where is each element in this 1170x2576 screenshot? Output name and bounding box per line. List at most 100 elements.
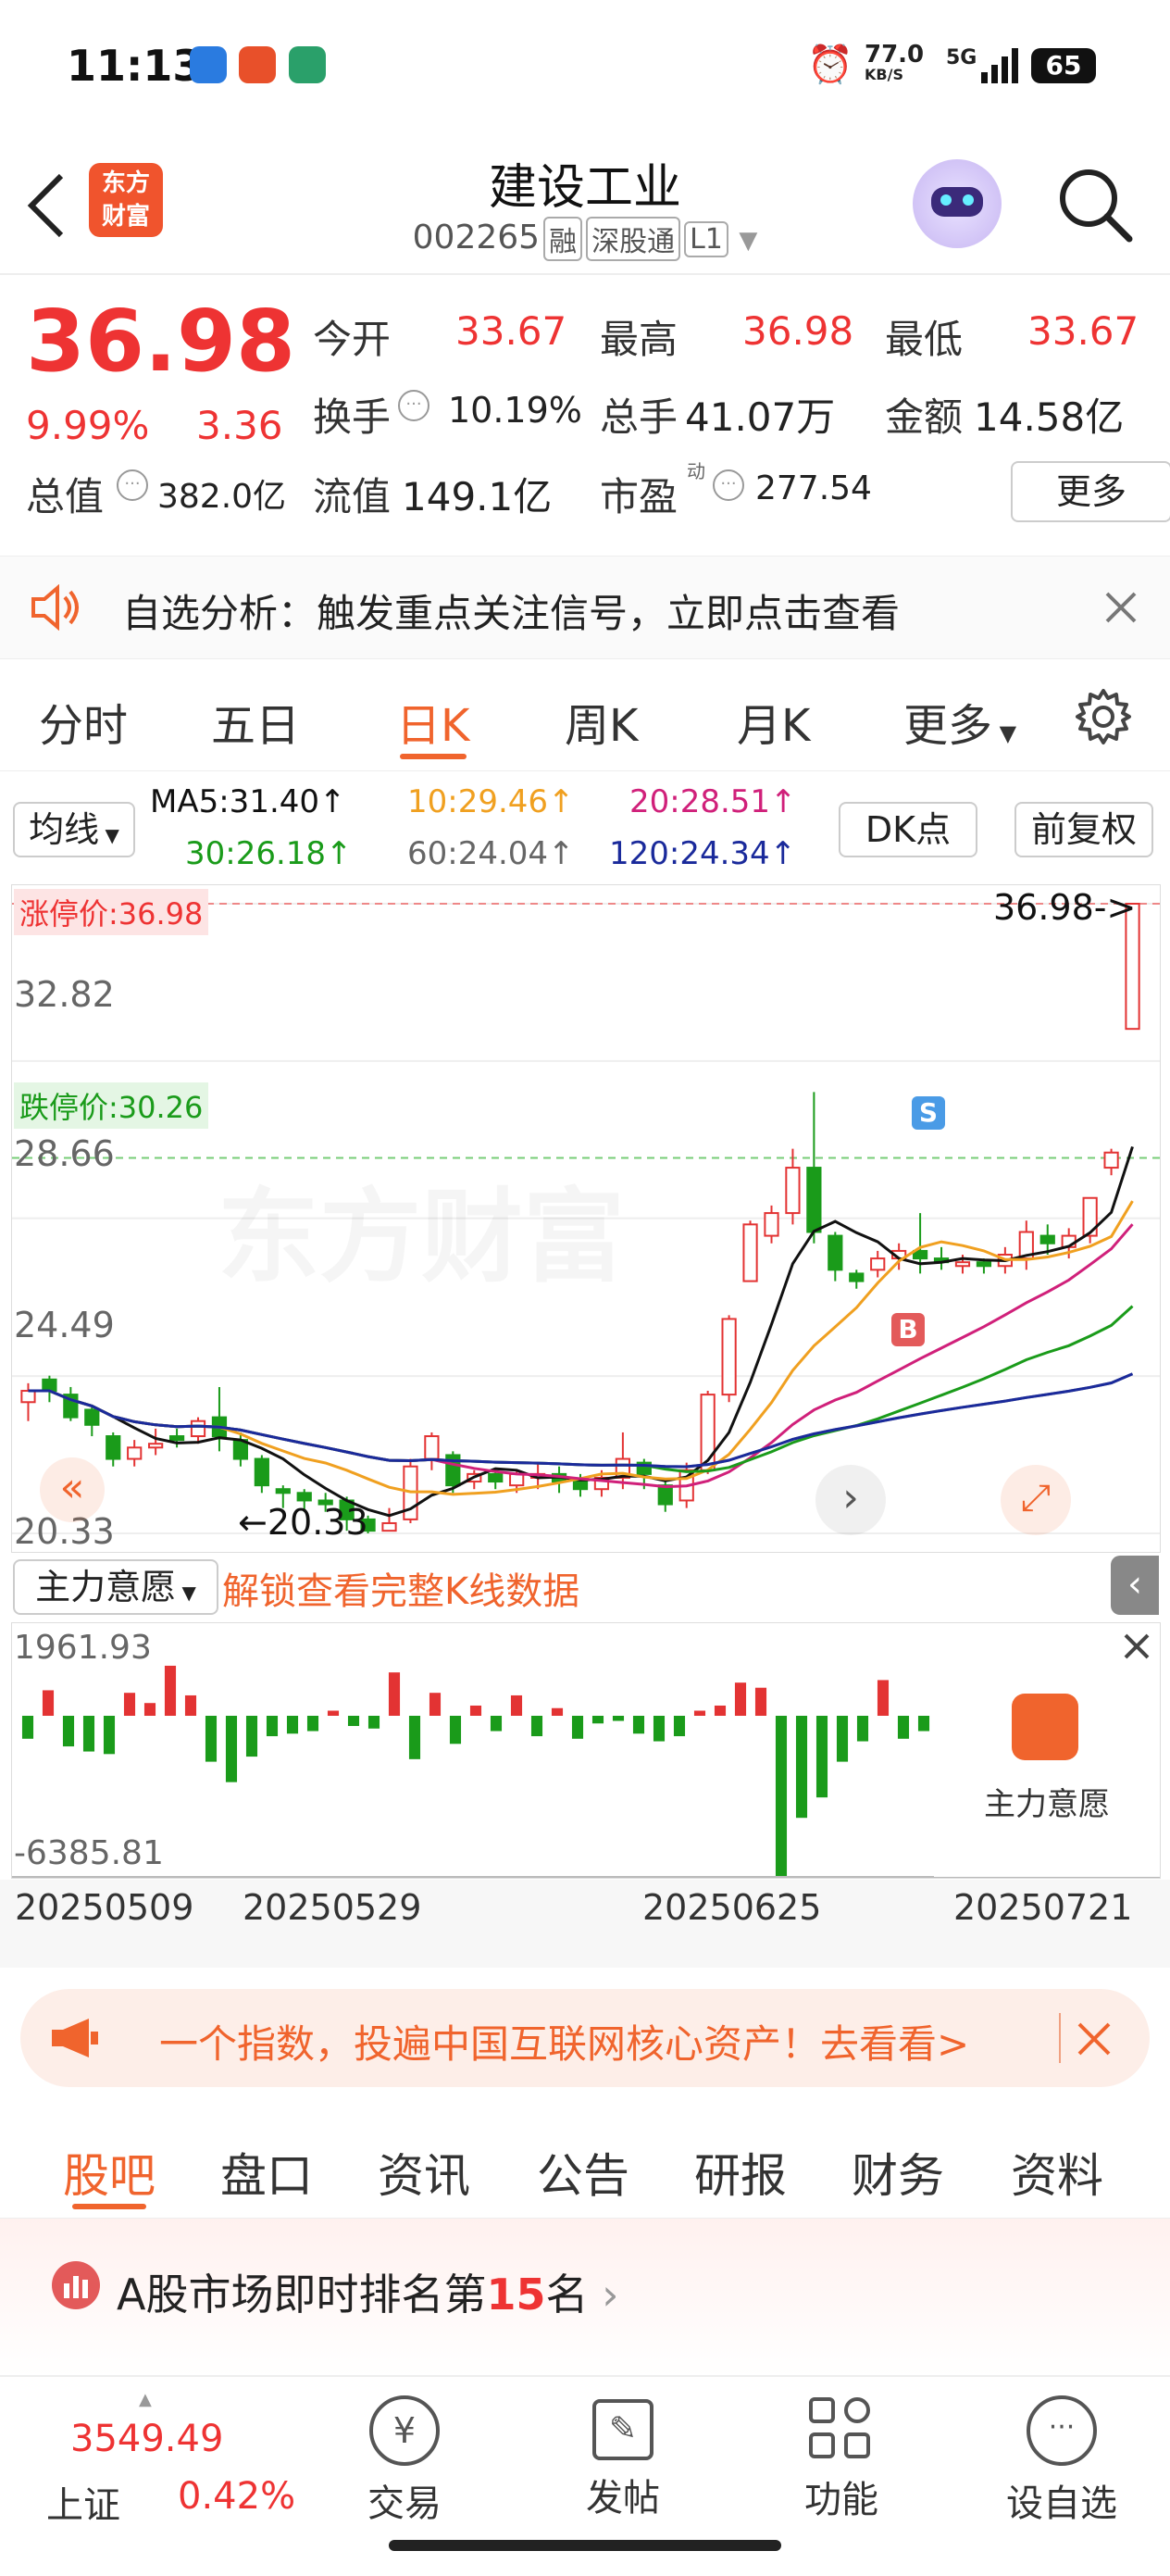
ma30-value: 30:26.18↑ xyxy=(185,835,353,872)
fullscreen-icon[interactable]: ⤢ xyxy=(1001,1465,1071,1535)
chart-lock-icon xyxy=(1012,1694,1078,1760)
open-value: 33.67 xyxy=(455,308,567,354)
candle-body xyxy=(381,1521,397,1532)
robot-avatar[interactable] xyxy=(913,159,1002,248)
tab-daily-k[interactable]: 日K xyxy=(396,689,469,754)
candle-body xyxy=(785,1167,801,1215)
scroll-left-icon[interactable]: « xyxy=(40,1457,105,1522)
add-watchlist-button[interactable]: ··· 设自选 xyxy=(992,2395,1131,2527)
status-bar: 11:13 ⏰ 77.0 KB/S 5G 65 xyxy=(0,0,1170,139)
candle-body xyxy=(424,1435,440,1460)
unlock-panel[interactable]: 主力意愿 xyxy=(934,1675,1160,1877)
news-tab-indicator xyxy=(72,2204,146,2209)
flow-bar xyxy=(266,1716,279,1737)
date-3: 20250625 xyxy=(642,1887,822,1928)
change-pct: 9.99% xyxy=(26,403,150,448)
alarm-icon: ⏰ xyxy=(807,44,853,86)
tab-news[interactable]: 资讯 xyxy=(378,2139,470,2206)
tag-margin: 融 xyxy=(543,217,583,261)
tab-order-book[interactable]: 盘口 xyxy=(220,2139,313,2206)
date-4: 20250721 xyxy=(953,1887,1133,1928)
flow-bar xyxy=(795,1716,808,1819)
eye-icon-pe[interactable]: ··· xyxy=(713,469,744,501)
sell-marker[interactable]: S xyxy=(912,1096,945,1130)
rank-section[interactable]: A股市场即时排名第15名 › xyxy=(0,2219,1170,2376)
flow-bar xyxy=(856,1716,869,1742)
adjust-button[interactable]: 前复权 xyxy=(1014,802,1153,857)
net-speed: 77.0 KB/S xyxy=(865,41,925,83)
chevron-down-icon[interactable]: ▼ xyxy=(739,227,757,255)
flow-bar xyxy=(571,1716,584,1739)
tag-connect: 深股通 xyxy=(586,217,681,261)
tab-research[interactable]: 研报 xyxy=(694,2139,787,2206)
pe-dynamic-mark: 动 xyxy=(687,460,705,482)
dropdown-icon: ▼ xyxy=(992,720,1017,746)
flow-bar xyxy=(836,1716,849,1762)
pe-label: 市盈 xyxy=(600,474,678,519)
candle-body xyxy=(509,1472,525,1487)
grid-icon xyxy=(809,2397,874,2462)
buy-marker[interactable]: B xyxy=(891,1313,925,1346)
flow-bar xyxy=(734,1682,747,1716)
indicator-selector[interactable]: 主力意愿 ▼ xyxy=(13,1559,218,1615)
tab-monthly-k[interactable]: 月K xyxy=(737,689,810,754)
trade-button[interactable]: ¥ 交易 xyxy=(335,2395,474,2527)
up-arrow-icon: ▲ xyxy=(139,2390,152,2409)
eye-icon[interactable]: ··· xyxy=(398,390,429,421)
ma-selector[interactable]: 均线 ▼ xyxy=(13,802,135,857)
flow-bar xyxy=(367,1716,380,1729)
close-icon[interactable] xyxy=(1103,590,1139,625)
app-icon-2 xyxy=(239,46,276,83)
tab-announcements[interactable]: 公告 xyxy=(537,2139,629,2206)
y-tick-3: 24.49 xyxy=(14,1305,115,1345)
flow-bar xyxy=(306,1716,319,1732)
scroll-right-icon[interactable]: › xyxy=(815,1465,886,1535)
close-panel-icon[interactable] xyxy=(1123,1632,1151,1660)
stock-code: 002265 xyxy=(412,219,541,256)
candle-body xyxy=(572,1481,589,1491)
tab-weekly-k[interactable]: 周K xyxy=(565,689,638,754)
kline-tabs: 分时 五日 日K 周K 月K 更多 ▼ xyxy=(0,659,1170,771)
app-icon-1 xyxy=(190,46,227,83)
flow-bar xyxy=(62,1716,75,1747)
unlock-link[interactable]: 解锁查看完整K线数据 xyxy=(222,1561,579,1615)
tab-forum[interactable]: 股吧 xyxy=(63,2139,156,2206)
date-1: 20250509 xyxy=(15,1887,194,1928)
app-icon-3 xyxy=(289,46,326,83)
banner-close-icon[interactable] xyxy=(1076,2020,1113,2057)
flow-bottom-value: -6385.81 xyxy=(14,1834,164,1872)
main-force-chart[interactable]: 1961.93 -6385.81 主力意愿 xyxy=(11,1622,1161,1879)
tab-profile[interactable]: 资料 xyxy=(1011,2139,1103,2206)
flow-bar xyxy=(693,1710,706,1716)
flow-bar xyxy=(143,1703,156,1716)
amount-label: 金额 xyxy=(885,394,964,440)
edit-icon: ✎ xyxy=(592,2399,653,2460)
tab-five-day[interactable]: 五日 xyxy=(211,689,300,754)
turnover-label: 换手 xyxy=(313,394,392,440)
dk-button[interactable]: DK点 xyxy=(839,802,977,857)
tab-intraday[interactable]: 分时 xyxy=(39,689,128,754)
flow-bar xyxy=(510,1694,523,1716)
flow-bar xyxy=(123,1693,136,1716)
tab-more[interactable]: 更多 ▼ xyxy=(903,689,1016,754)
y-tick-2: 28.66 xyxy=(14,1133,115,1174)
status-time: 11:13 xyxy=(67,41,203,91)
gear-icon[interactable] xyxy=(1074,687,1133,746)
flow-bar xyxy=(917,1716,930,1732)
flow-bar xyxy=(408,1716,421,1759)
kline-chart[interactable]: 东方财富 涨停价:36.98 跌停价:30.26 36.98-> 32.82 2… xyxy=(11,884,1161,1553)
collapse-icon[interactable]: ‹ xyxy=(1111,1556,1159,1615)
flow-bar xyxy=(184,1694,197,1716)
flow-bar xyxy=(82,1716,95,1752)
post-button[interactable]: ✎ 发帖 xyxy=(554,2395,692,2521)
more-button[interactable]: 更多 xyxy=(1011,461,1170,522)
watermark: 东方财富 xyxy=(218,1154,625,1302)
functions-button[interactable]: 功能 xyxy=(772,2395,911,2523)
tab-finance[interactable]: 财务 xyxy=(852,2139,944,2206)
turnover-value: 10.19% xyxy=(448,390,582,431)
index-value[interactable]: 3549.49 xyxy=(70,2418,223,2460)
eye-icon-mcap[interactable]: ··· xyxy=(117,469,148,501)
promo-banner[interactable]: 一个指数，投遍中国互联网核心资产！去看看> xyxy=(20,1989,1150,2087)
notice-bar[interactable]: 自选分析：触发重点关注信号，立即点击查看 xyxy=(0,556,1170,659)
search-icon[interactable] xyxy=(1055,165,1135,244)
